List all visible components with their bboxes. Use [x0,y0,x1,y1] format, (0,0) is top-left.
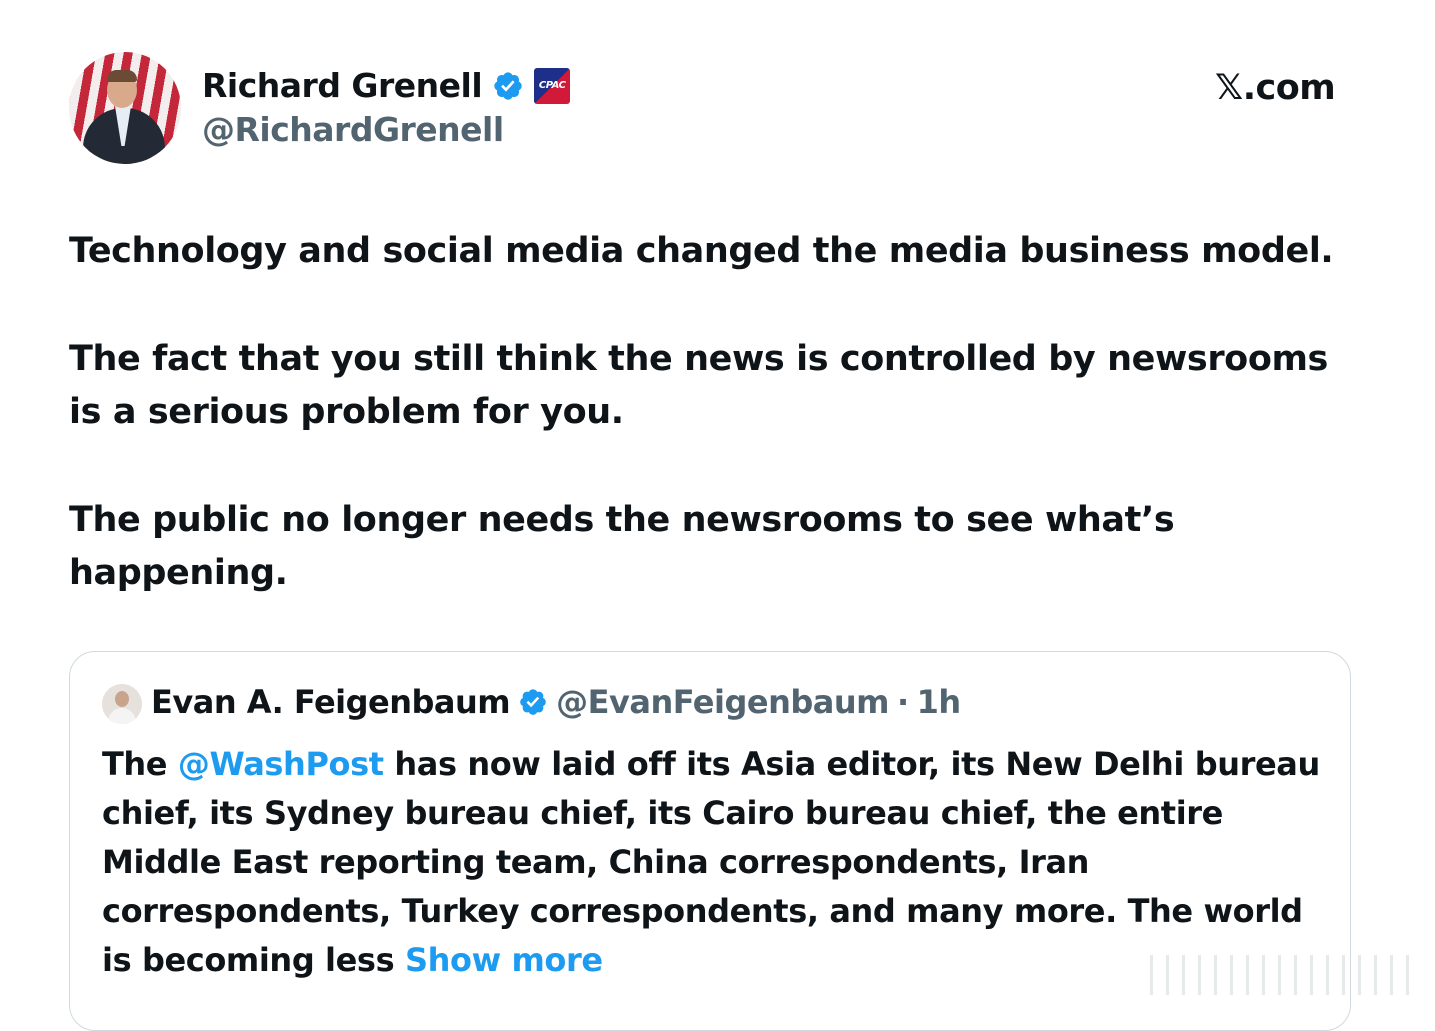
quoted-avatar-body [108,708,136,724]
quoted-timestamp[interactable]: 1h [917,683,962,721]
cpac-affiliation-badge-icon[interactable]: CPAC [534,67,571,104]
quoted-separator: · [896,683,909,721]
post-paragraph-3: The public no longer needs the newsrooms… [69,500,1175,593]
avatar-hair [107,70,137,82]
post-paragraph-2: The fact that you still think the news i… [69,339,1328,432]
quoted-text-start: The [102,745,178,783]
show-more-link[interactable]: Show more [405,941,603,979]
verified-badge-icon [494,71,522,100]
quoted-post-header: Evan A. Feigenbaum @EvanFeigenbaum · 1h [151,683,961,721]
author-avatar[interactable] [69,52,181,164]
quoted-author-handle[interactable]: @EvanFeigenbaum [556,683,889,721]
author-name-row: Richard Grenell CPAC [202,66,571,105]
quoted-verified-badge-icon [520,689,546,715]
author-name[interactable]: Richard Grenell [202,66,483,105]
washpost-mention-link[interactable]: @WashPost [178,745,384,783]
author-handle[interactable]: @RichardGrenell [202,110,504,149]
quoted-author-name[interactable]: Evan A. Feigenbaum [151,683,511,721]
x-logo-site-label: 𝕏.com [1215,68,1336,108]
quoted-post-text: The @WashPost has now laid off its Asia … [102,740,1322,985]
quoted-avatar-head [115,691,129,707]
post-paragraph-1: Technology and social media changed the … [69,231,1334,271]
watermark [1150,955,1420,995]
quoted-author-avatar[interactable] [102,684,142,724]
